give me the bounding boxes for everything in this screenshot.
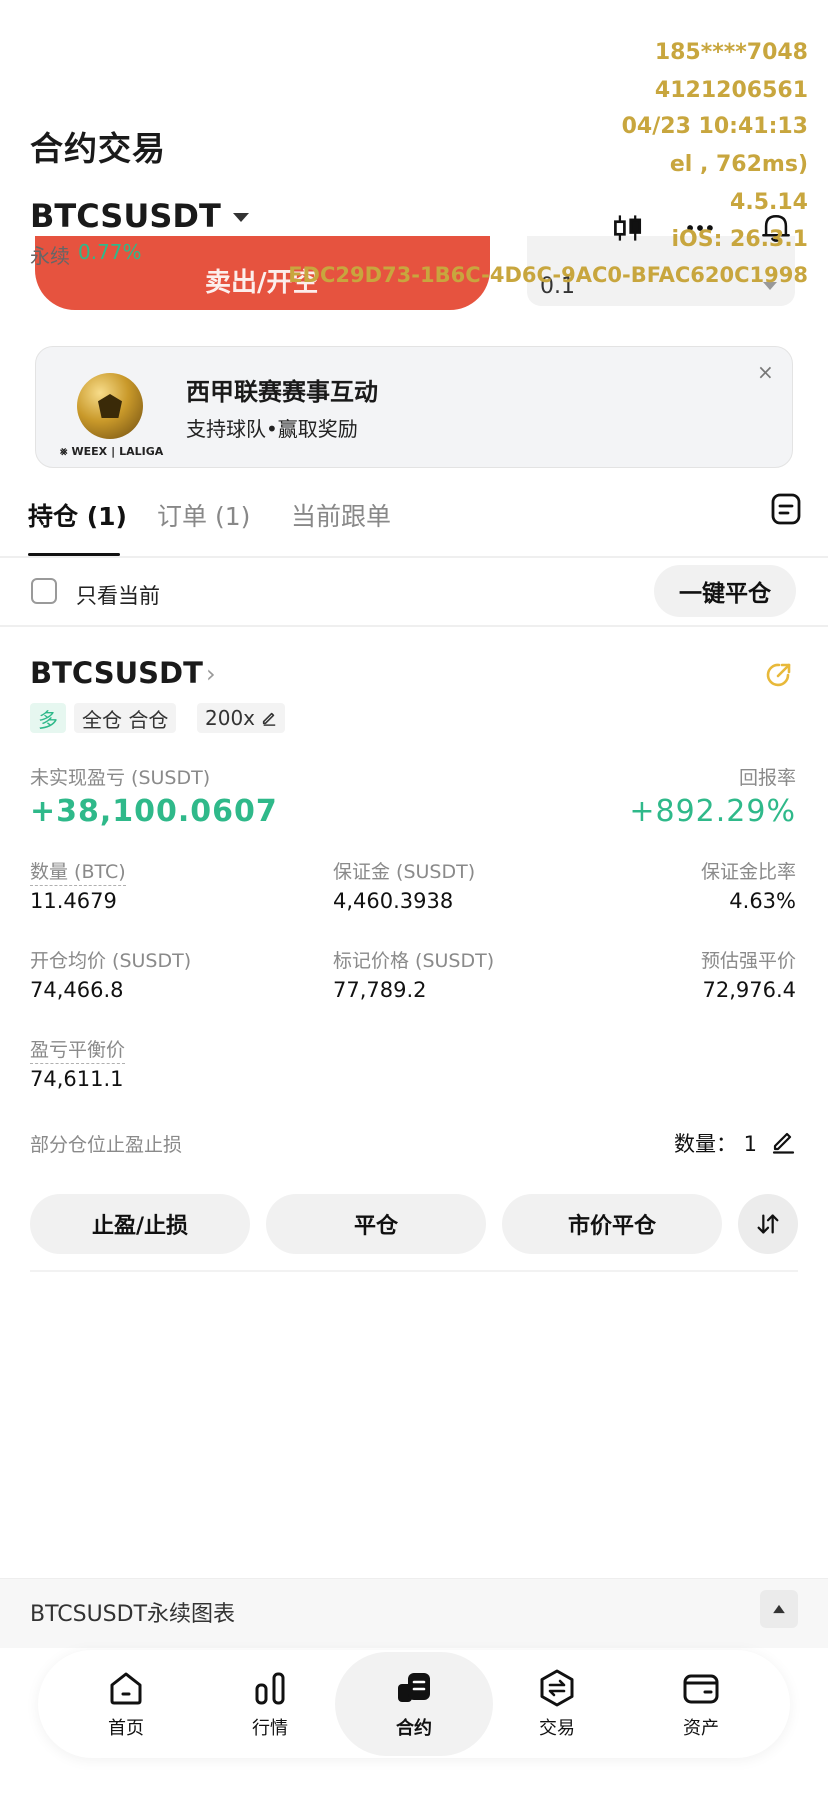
liq-price-label: 预估强平价 <box>700 950 796 972</box>
pnl-value: +38,100.0607 <box>30 794 278 829</box>
watermark-uid: 4121206561 <box>654 78 808 103</box>
close-all-button[interactable]: 一键平仓 <box>654 565 796 617</box>
markets-icon <box>255 1672 285 1705</box>
symbol-name: BTCSUSDT <box>30 197 221 235</box>
edit-icon <box>262 712 276 726</box>
roe-value: +892.29% <box>629 794 796 829</box>
entry-price-label: 开仓均价 (SUSDT) <box>30 950 192 972</box>
banner-subtitle: 支持球队•赢取奖励 <box>186 417 358 441</box>
watermark-os: iOS: 26.3.1 <box>671 227 809 252</box>
tab-positions[interactable]: 持仓 (1) <box>28 497 127 533</box>
liq-price-value: 72,976.4 <box>702 978 796 1002</box>
leverage-value: 200x <box>205 706 256 730</box>
divider <box>0 556 828 558</box>
weex-logo-icon: ⨳ <box>60 444 68 458</box>
breakeven-label[interactable]: 盈亏平衡价 <box>30 1035 126 1064</box>
expand-chart-button[interactable] <box>760 1590 798 1628</box>
trade-icon <box>540 1669 574 1707</box>
margin-label: 保证金 (SUSDT) <box>333 861 476 883</box>
price-change: 0.77% <box>78 240 142 264</box>
tab-copy-trades[interactable]: 当前跟单 <box>291 497 391 533</box>
wallet-icon <box>683 1674 719 1704</box>
futures-icon <box>398 1673 430 1702</box>
nav-assets[interactable]: 资产 <box>651 1668 751 1740</box>
brand-divider: | <box>111 445 116 458</box>
close-position-button[interactable]: 平仓 <box>266 1194 486 1254</box>
market-close-button[interactable]: 市价平仓 <box>502 1194 722 1254</box>
partial-tpsl-qty: 数量： 1 <box>674 1132 758 1156</box>
caret-up-icon <box>773 1604 785 1614</box>
watermark-time: 04/23 10:41:13 <box>621 114 808 139</box>
brand-logo: ⨳ WEEX | LALIGA <box>60 444 163 459</box>
breakeven-value: 74,611.1 <box>30 1067 124 1091</box>
chevron-right-icon[interactable]: › <box>206 660 216 688</box>
qty-value: 11.4679 <box>30 889 117 913</box>
nav-assets-label: 资产 <box>683 1718 719 1739</box>
watermark-device-id: EDC29D73-1B6C-4D6C-9AC0-BFAC620C1998 <box>288 263 808 287</box>
entry-price-value: 74,466.8 <box>30 978 124 1002</box>
candlestick-chart-icon[interactable] <box>608 208 648 248</box>
tab-orders[interactable]: 订单 (1) <box>157 497 250 533</box>
nav-trade-label: 交易 <box>539 1718 575 1739</box>
margin-value: 4,460.3938 <box>333 889 454 913</box>
reverse-position-button[interactable] <box>738 1194 798 1254</box>
nav-markets[interactable]: 行情 <box>220 1668 320 1740</box>
position-symbol[interactable]: BTCSUSDT <box>30 656 203 690</box>
share-icon[interactable] <box>764 660 794 690</box>
perp-change-row: 永续 0.77% <box>30 240 142 269</box>
nav-home[interactable]: 首页 <box>76 1668 176 1740</box>
margin-ratio-value: 4.63% <box>729 889 796 913</box>
perp-label: 永续 <box>30 244 70 268</box>
nav-markets-label: 行情 <box>252 1718 288 1739</box>
watermark-phone: 185****7048 <box>654 40 808 65</box>
partial-tpsl-label: 部分仓位止盈止损 <box>30 1134 183 1156</box>
mark-price-value: 77,789.2 <box>333 978 427 1002</box>
roe-label: 回报率 <box>738 767 796 789</box>
close-icon[interactable]: × <box>757 360 774 384</box>
margin-mode-badge: 全仓 合仓 <box>74 703 177 733</box>
mark-price-label: 标记价格 (SUSDT) <box>333 950 495 972</box>
watermark-latency: el , 762ms) <box>669 152 808 177</box>
brand-name: WEEX <box>71 445 108 458</box>
nav-futures-label: 合约 <box>396 1718 432 1739</box>
order-history-icon[interactable] <box>770 492 802 526</box>
swap-icon <box>757 1214 779 1234</box>
edit-icon[interactable] <box>770 1128 796 1154</box>
only-current-checkbox[interactable] <box>31 578 57 604</box>
qty-label[interactable]: 数量 (BTC) <box>30 857 126 886</box>
watermark-version: 4.5.14 <box>730 190 808 215</box>
banner-title: 西甲联赛赛事互动 <box>186 378 378 406</box>
caret-down-icon <box>232 212 249 222</box>
leverage-badge[interactable]: 200x <box>197 703 286 733</box>
tpsl-button[interactable]: 止盈/止损 <box>30 1194 250 1254</box>
nav-trade[interactable]: 交易 <box>507 1668 607 1740</box>
divider <box>30 1270 798 1272</box>
side-badge: 多 <box>30 703 66 733</box>
pnl-label: 未实现盈亏 (SUSDT) <box>30 767 211 789</box>
margin-ratio-label: 保证金比率 <box>700 861 796 883</box>
page-title: 合约交易 <box>30 129 166 168</box>
divider <box>0 625 828 627</box>
only-current-label[interactable]: 只看当前 <box>76 580 160 610</box>
home-icon <box>110 1672 142 1705</box>
symbol-selector[interactable]: BTCSUSDT <box>30 197 249 235</box>
nav-home-label: 首页 <box>108 1718 144 1739</box>
nav-futures[interactable]: 合约 <box>364 1668 464 1740</box>
partner-name: LALIGA <box>119 445 164 458</box>
chart-drawer-label: BTCSUSDT永续图表 <box>30 1602 236 1627</box>
